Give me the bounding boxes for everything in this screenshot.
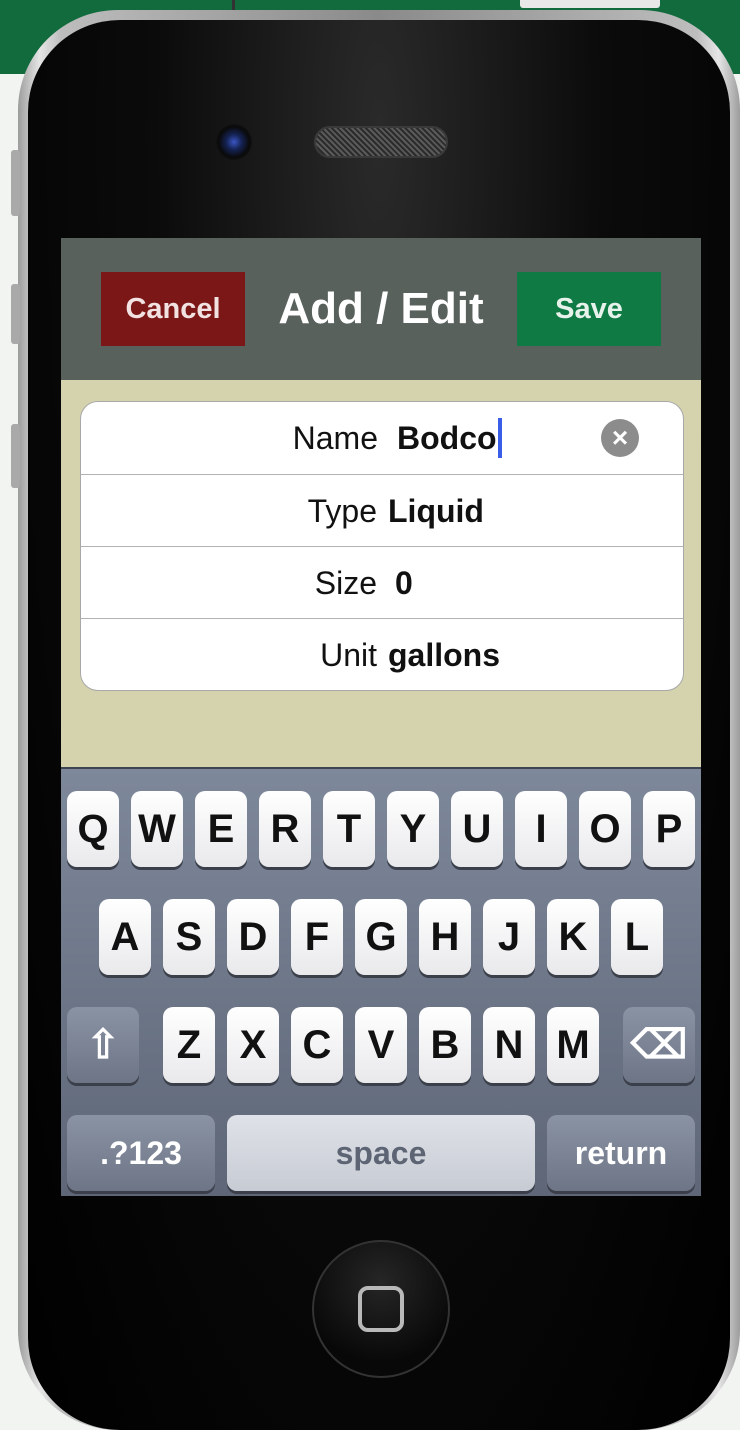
unit-row[interactable]: Unit gallons	[81, 619, 683, 690]
unit-label: Unit	[320, 636, 377, 673]
key-h[interactable]: H	[419, 899, 471, 975]
save-button[interactable]: Save	[517, 272, 661, 346]
key-v[interactable]: V	[355, 1007, 407, 1083]
home-square-icon	[358, 1286, 404, 1332]
clear-icon[interactable]: ×	[601, 419, 639, 457]
key-b[interactable]: B	[419, 1007, 471, 1083]
key-q[interactable]: Q	[67, 791, 119, 867]
key-z[interactable]: Z	[163, 1007, 215, 1083]
key-t[interactable]: T	[323, 791, 375, 867]
key-u[interactable]: U	[451, 791, 503, 867]
key-m[interactable]: M	[547, 1007, 599, 1083]
numbers-key[interactable]: .?123	[67, 1115, 215, 1191]
return-key[interactable]: return	[547, 1115, 695, 1191]
key-x[interactable]: X	[227, 1007, 279, 1083]
name-field[interactable]: Bodco	[397, 402, 502, 474]
key-p[interactable]: P	[643, 791, 695, 867]
name-row[interactable]: Name Bodco ×	[81, 402, 683, 474]
front-camera	[216, 124, 252, 160]
background-tab	[520, 0, 660, 8]
navigation-bar: Cancel Add / Edit Save	[61, 238, 701, 380]
home-button[interactable]	[312, 1240, 450, 1378]
earpiece-speaker	[314, 126, 448, 158]
key-k[interactable]: K	[547, 899, 599, 975]
key-w[interactable]: W	[131, 791, 183, 867]
page-title: Add / Edit	[278, 284, 484, 333]
backspace-icon: ⌫	[630, 1023, 688, 1067]
type-row[interactable]: Type Liquid	[81, 475, 683, 547]
key-i[interactable]: I	[515, 791, 567, 867]
app-screen: Cancel Add / Edit Save Name Bodco × Type…	[61, 238, 701, 1196]
mute-switch	[11, 150, 20, 216]
name-label: Name	[292, 419, 378, 456]
space-key[interactable]: space	[227, 1115, 535, 1191]
volume-up-button	[11, 284, 20, 344]
type-label: Type	[307, 492, 377, 529]
backspace-key[interactable]: ⌫	[623, 1007, 695, 1083]
key-g[interactable]: G	[355, 899, 407, 975]
shift-icon: ⇧	[86, 1023, 120, 1067]
key-s[interactable]: S	[163, 899, 215, 975]
shift-key[interactable]: ⇧	[67, 1007, 139, 1083]
key-f[interactable]: F	[291, 899, 343, 975]
key-j[interactable]: J	[483, 899, 535, 975]
key-d[interactable]: D	[227, 899, 279, 975]
key-a[interactable]: A	[99, 899, 151, 975]
key-y[interactable]: Y	[387, 791, 439, 867]
key-c[interactable]: C	[291, 1007, 343, 1083]
name-value: Bodco	[397, 419, 497, 456]
text-cursor	[497, 418, 502, 458]
cancel-button[interactable]: Cancel	[101, 272, 245, 346]
type-value[interactable]: Liquid	[388, 475, 484, 547]
key-n[interactable]: N	[483, 1007, 535, 1083]
unit-value[interactable]: gallons	[388, 619, 500, 690]
size-value[interactable]: 0	[395, 547, 413, 619]
size-label: Size	[314, 564, 377, 601]
keyboard: Q W E R T Y U I O P A S D F G H J K L ⇧ …	[61, 767, 701, 1196]
volume-down-button	[11, 424, 20, 488]
key-l[interactable]: L	[611, 899, 663, 975]
key-e[interactable]: E	[195, 791, 247, 867]
key-o[interactable]: O	[579, 791, 631, 867]
key-r[interactable]: R	[259, 791, 311, 867]
edit-form: Name Bodco × Type Liquid Size 0 Unit gal…	[80, 401, 684, 691]
size-row[interactable]: Size 0	[81, 547, 683, 619]
